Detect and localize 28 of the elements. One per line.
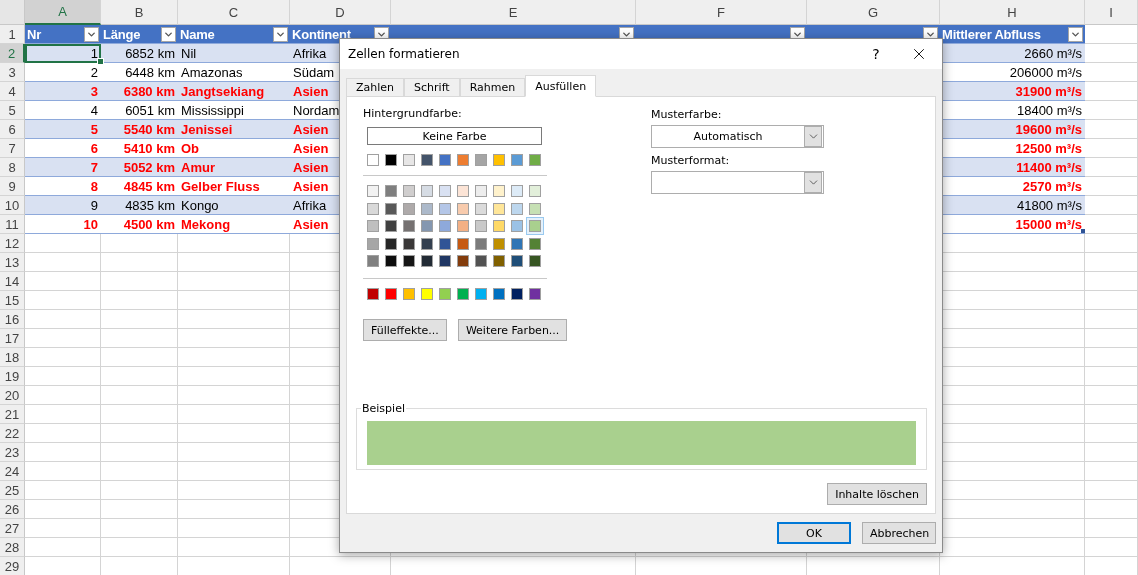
table-cell: Amur [178, 158, 290, 177]
table-cell: Nil [178, 44, 290, 63]
header-label: Name [180, 26, 215, 42]
pattern-color-label: Musterfarbe: [651, 108, 723, 122]
header-label: Mittlerer Abfluss [942, 26, 1041, 42]
table-cell: 11400 m³/s [940, 158, 1085, 177]
sample-label: Beispiel [361, 402, 406, 415]
table-cell: 5052 km [101, 158, 178, 177]
pattern-style-label: Musterformat: [651, 154, 731, 168]
table-cell: 31900 m³/s [940, 82, 1085, 101]
table-cell: 4835 km [101, 196, 178, 215]
table-cell: Jangtsekiang [178, 82, 290, 101]
table-cell: Kongo [178, 196, 290, 215]
table-cell: 3 [25, 82, 101, 101]
table-cell: 5 [25, 120, 101, 139]
table-cell: 1 [25, 44, 101, 63]
table-cell: 6852 km [101, 44, 178, 63]
table-cell: 19600 m³/s [940, 120, 1085, 139]
table-cell: Jenissei [178, 120, 290, 139]
header-label: Nr [27, 26, 42, 42]
table-cell: 41800 m³/s [940, 196, 1085, 215]
table-cell: 7 [25, 158, 101, 177]
table-cell: 6380 km [101, 82, 178, 101]
table-cell: 9 [25, 196, 101, 215]
table-cell: 5540 km [101, 120, 178, 139]
header-label: Kontinent [292, 26, 351, 42]
table-cell: 2660 m³/s [940, 44, 1085, 63]
header-label: Länge [103, 26, 141, 42]
